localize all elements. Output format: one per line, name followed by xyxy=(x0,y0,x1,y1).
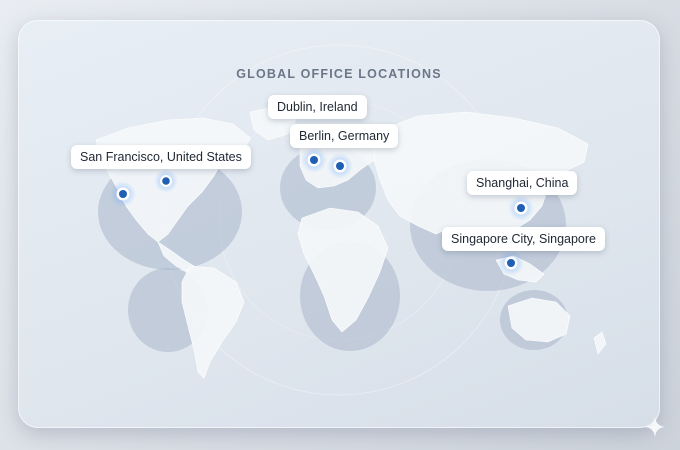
continent-new-zealand xyxy=(593,331,607,355)
map-card: GLOBAL OFFICE LOCATIONS San Francisco, U… xyxy=(18,20,660,428)
map-title: GLOBAL OFFICE LOCATIONS xyxy=(236,67,442,81)
pin-berlin[interactable] xyxy=(327,153,353,179)
pin-singapore[interactable] xyxy=(498,250,524,276)
pin-san-francisco-secondary[interactable] xyxy=(154,169,178,193)
label-singapore[interactable]: Singapore City, Singapore xyxy=(442,227,605,251)
world-map xyxy=(95,44,607,396)
label-dublin[interactable]: Dublin, Ireland xyxy=(268,95,367,119)
continent-south-america xyxy=(181,265,245,379)
pin-san-francisco[interactable] xyxy=(110,181,136,207)
pin-shanghai[interactable] xyxy=(508,195,534,221)
pin-dublin[interactable] xyxy=(301,147,327,173)
sparkle-icon xyxy=(644,416,666,438)
label-san-francisco[interactable]: San Francisco, United States xyxy=(71,145,251,169)
label-berlin[interactable]: Berlin, Germany xyxy=(290,124,399,148)
label-shanghai[interactable]: Shanghai, China xyxy=(467,171,578,195)
